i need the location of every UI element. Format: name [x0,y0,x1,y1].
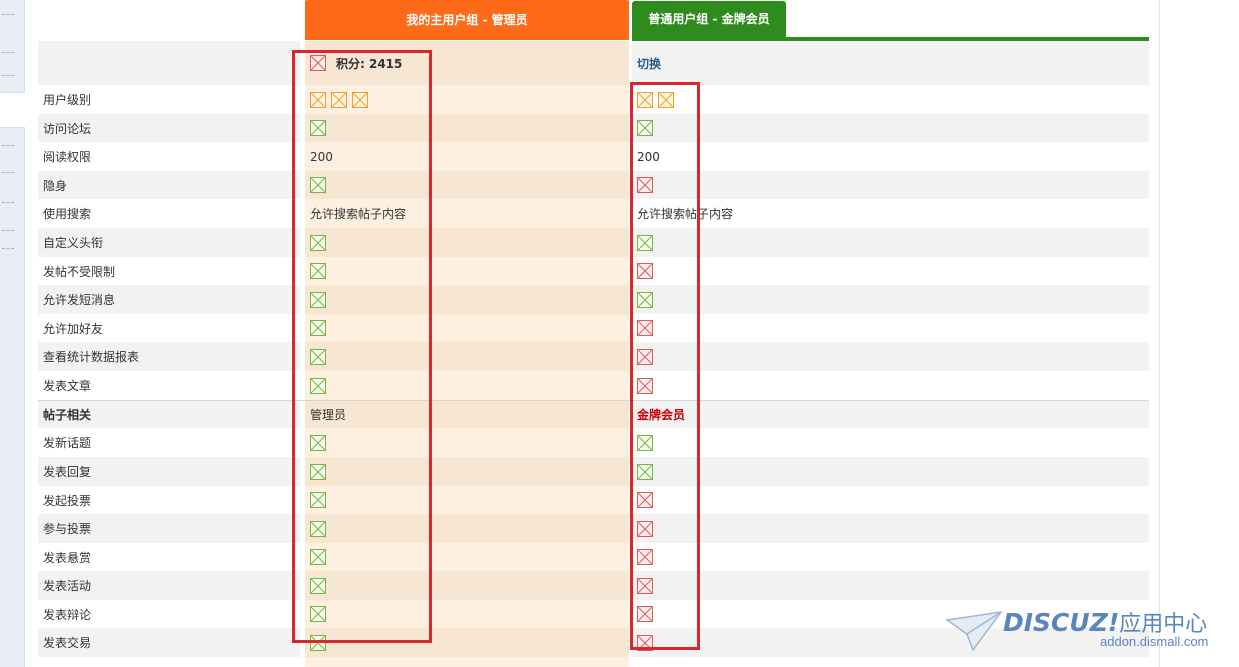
other-group-cell [632,285,1149,314]
row-label: 发表活动 [38,571,300,600]
switch-cell: 切换 [632,41,1149,85]
table-row: 阅读权限 200 200 [38,142,1149,171]
table-row: 允许发短消息 [38,285,1149,314]
sidebar-divider [2,75,14,76]
other-group-cell: 金牌会员 [632,401,1149,428]
sidebar-divider [2,248,14,249]
highlight-box-other [630,82,700,650]
row-label: 允许发短消息 [38,285,300,314]
left-sidebar-strip [0,0,25,667]
highlight-box-main [292,50,432,643]
sidebar-divider [2,202,14,203]
other-group-cell [632,228,1149,257]
table-row: 用户级别 [38,85,1149,114]
other-group-cell [632,571,1149,600]
row-label: 隐身 [38,171,300,199]
row-label: 查看统计数据报表 [38,342,300,371]
table-row: 发表回复 [38,457,1149,486]
table-row: 发新话题 [38,428,1149,457]
other-group-cell: 允许搜索帖子内容 [632,199,1149,228]
other-group-cell [632,342,1149,371]
table-row: 隐身 [38,171,1149,199]
table-row: 允许加好友 [38,314,1149,342]
other-group-cell [632,543,1149,571]
sidebar-divider [2,145,14,146]
table-row: 发表文章 [38,371,1149,400]
row-label: 允许加好友 [43,321,104,336]
header-row: 积分: 2415 切换 [38,41,1149,85]
discuz-watermark: DISCUZ!应用中心 addon.dismall.com [945,606,1225,656]
table-row: 自定义头衔 [38,228,1149,257]
row-label: 使用搜索 [43,207,92,221]
row-label: 帖子相关 [38,401,300,428]
paper-plane-icon [945,610,1003,652]
other-group-cell [632,457,1149,486]
content-right-border [1159,0,1160,667]
row-label: 发帖不受限制 [43,264,116,279]
other-group-cell [632,171,1149,199]
row-label: 用户级别 [43,93,92,107]
other-group-cell [632,257,1149,285]
sidebar-divider [2,52,14,53]
other-group-cell [632,428,1149,457]
sidebar-divider [2,14,14,15]
sidebar-divider [2,172,14,173]
other-group-cell [632,85,1149,114]
row-label: 参与投票 [38,514,300,543]
other-group-cell [632,314,1149,342]
watermark-brand-text: DISCUZ! [1003,608,1120,637]
table-row: 使用搜索 允许搜索帖子内容 允许搜索帖子内容 [38,199,1149,228]
switch-link[interactable]: 切换 [637,55,661,72]
table-row: 发表悬赏 [38,543,1149,571]
table-row: 发起投票 [38,486,1149,514]
other-group-cell [632,514,1149,543]
row-label: 发表文章 [43,379,92,393]
row-label: 发表交易 [38,628,300,657]
table-row: 访问论坛 [38,114,1149,142]
row-label: 发表悬赏 [43,550,92,565]
table-row: 查看统计数据报表 [38,342,1149,371]
row-label: 发表辩论 [43,607,92,622]
row-label: 自定义头衔 [38,228,300,257]
other-group-cell: 200 [632,142,1149,171]
tab-main-usergroup[interactable]: 我的主用户组 - 管理员 [305,0,629,40]
watermark-url: addon.dismall.com [1100,634,1209,649]
table-row: 参与投票 [38,514,1149,543]
row-label: 发表回复 [38,457,300,486]
table-row: 发帖不受限制 [38,257,1149,285]
header-label-cell [38,41,300,85]
other-group-cell [632,486,1149,514]
table-row: 发表活动 [38,571,1149,600]
other-group-cell [632,114,1149,142]
row-label: 访问论坛 [38,114,300,142]
tab-other-usergroup[interactable]: 普通用户组 - 金牌会员 [632,1,786,38]
sidebar-divider [2,230,14,231]
table-row: 帖子相关 管理员 金牌会员 [38,400,1149,428]
row-label: 发起投票 [43,493,92,508]
row-label: 发新话题 [43,436,92,450]
sidebar-active-item[interactable] [0,92,25,128]
row-label: 阅读权限 [43,150,92,164]
other-group-cell [632,371,1149,400]
